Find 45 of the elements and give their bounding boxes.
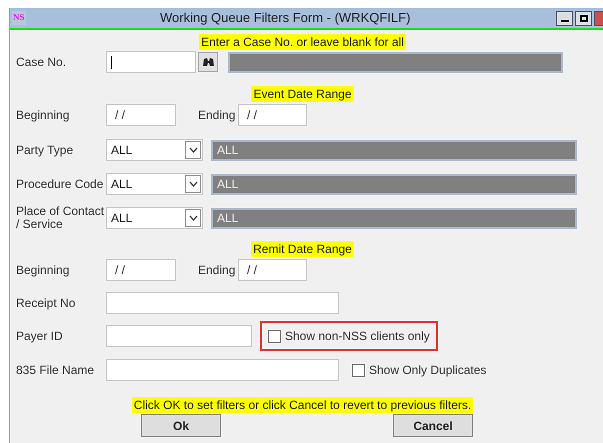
checkbox[interactable]: [268, 330, 281, 342]
field-label: Payer ID: [16, 330, 64, 342]
chevron-down-icon: [185, 209, 201, 227]
text-cursor-icon: [111, 56, 112, 68]
hint-label: Event Date Range: [251, 86, 354, 102]
description-bar: ALL: [211, 174, 577, 194]
hint-label: Remit Date Range: [251, 241, 354, 257]
date-field[interactable]: / /: [238, 259, 307, 281]
minimize-icon[interactable]: [556, 11, 573, 26]
app-badge: NS: [12, 11, 26, 25]
input-field[interactable]: [106, 359, 339, 381]
field-label: Procedure Code: [16, 178, 104, 190]
dropdown[interactable]: ALL: [106, 139, 203, 161]
field-label: Party Type: [16, 144, 74, 156]
field-label: Place of Contact / Service: [16, 205, 106, 231]
field-label: Ending: [198, 262, 236, 279]
window-title: Working Queue Filters Form - (WRKQFILF): [160, 9, 410, 28]
chevron-down-icon: [185, 175, 201, 193]
field-label: Receipt No: [16, 296, 76, 310]
field-label: Ending: [198, 107, 236, 124]
dropdown[interactable]: ALL: [106, 173, 203, 195]
input-field[interactable]: [106, 325, 252, 347]
hint-label: Click OK to set filters or click Cancel to revert to previous filters.: [132, 397, 474, 413]
field-label: Beginning: [16, 264, 70, 276]
date-field[interactable]: / /: [106, 104, 176, 126]
binoculars-icon: [202, 57, 214, 67]
description-bar: ALL: [211, 208, 577, 228]
dropdown[interactable]: ALL: [106, 207, 203, 229]
checkbox[interactable]: [352, 364, 365, 376]
checkbox-label: Show Only Duplicates: [369, 362, 486, 379]
chevron-down-icon: [185, 141, 201, 159]
input-field[interactable]: [106, 292, 339, 314]
hint-label: Enter a Case No. or leave blank for all: [199, 34, 406, 50]
binoculars-button[interactable]: [198, 52, 218, 72]
field-label: Case No.: [16, 56, 68, 68]
checkbox-label: Show non-NSS clients only: [285, 328, 430, 345]
cancel-button[interactable]: Cancel: [393, 414, 473, 437]
date-field[interactable]: / /: [106, 259, 176, 281]
maximize-icon[interactable]: [575, 11, 592, 26]
description-bar: ALL: [211, 140, 577, 160]
ok-button[interactable]: Ok: [141, 414, 221, 437]
field-label: Beginning: [16, 108, 70, 122]
date-field[interactable]: / /: [238, 104, 307, 126]
input-field[interactable]: [106, 51, 196, 73]
field-label: 835 File Name: [16, 364, 96, 376]
